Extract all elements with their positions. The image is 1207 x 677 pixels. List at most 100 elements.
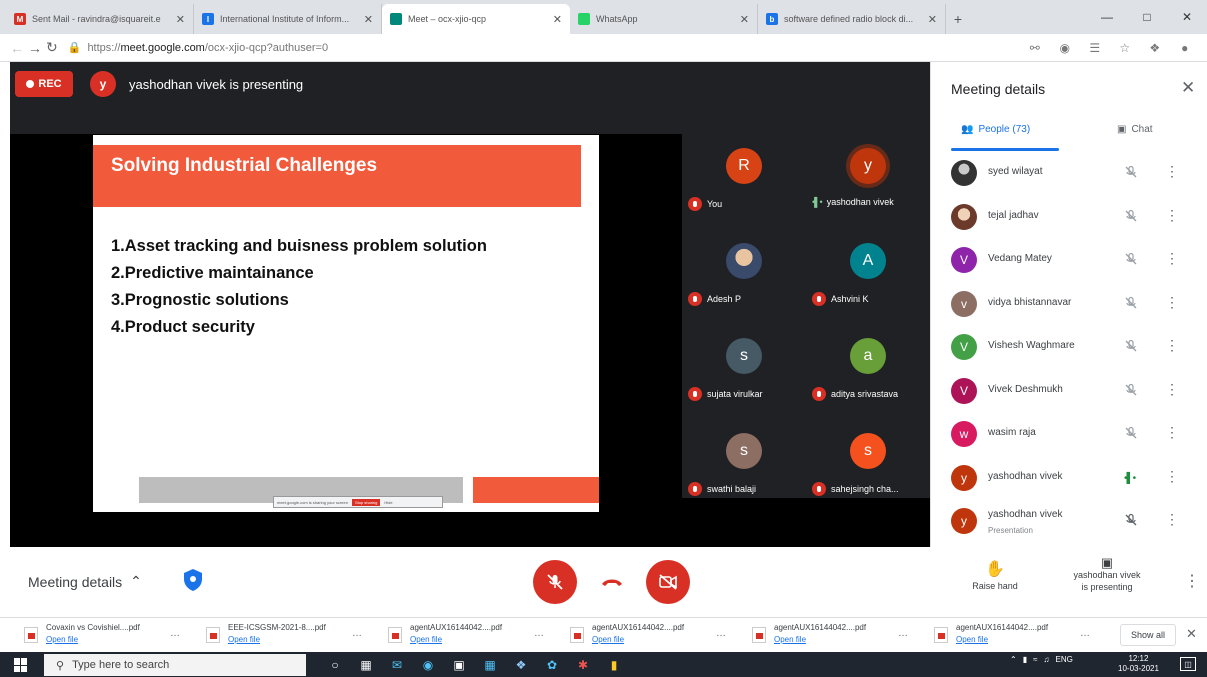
close-window-icon[interactable]: ✕ bbox=[1167, 0, 1207, 34]
download-item[interactable]: agentAUX16144042....pdf Open file… bbox=[934, 621, 1114, 651]
bookmark-star-icon[interactable]: ☆ bbox=[1112, 36, 1138, 60]
open-file-link[interactable]: Open file bbox=[956, 635, 988, 644]
camera-toggle-button[interactable] bbox=[646, 560, 690, 604]
mail-icon[interactable]: ✉ bbox=[386, 654, 408, 676]
more-options-icon[interactable]: … bbox=[1080, 628, 1090, 639]
open-file-link[interactable]: Open file bbox=[46, 635, 78, 644]
browser-tab[interactable]: Meet – ocx-xjio-qcp ✕ bbox=[382, 4, 570, 34]
speaker-icon[interactable]: ♫ bbox=[1044, 655, 1050, 664]
collections-icon[interactable]: ❖ bbox=[1142, 36, 1168, 60]
participant-tile[interactable]: R You bbox=[682, 118, 806, 213]
reader-icon[interactable]: ☰ bbox=[1082, 36, 1108, 60]
task-view-icon[interactable]: ▦ bbox=[355, 654, 377, 676]
back-arrow-icon[interactable]: ← bbox=[10, 36, 24, 60]
tab-chat[interactable]: ▣ Chat bbox=[1117, 124, 1153, 135]
reload-icon[interactable]: ↻ bbox=[46, 36, 58, 60]
participant-list-item[interactable]: y yashodhan vivek Presentation ⋮ bbox=[931, 500, 1207, 544]
more-options-icon[interactable]: ⋮ bbox=[1165, 511, 1179, 528]
participant-tile[interactable]: Adesh P bbox=[682, 213, 806, 308]
participant-tile[interactable]: s sujata virulkar bbox=[682, 308, 806, 403]
more-options-icon[interactable]: ⋮ bbox=[1165, 381, 1179, 398]
key-icon[interactable]: ⚯ bbox=[1022, 36, 1048, 60]
participant-tile[interactable]: a aditya srivastava bbox=[806, 308, 930, 403]
acrobat-icon[interactable]: ✱ bbox=[572, 654, 594, 676]
participant-tile[interactable]: y •▌• yashodhan vivek bbox=[806, 118, 930, 213]
url-field[interactable]: 🔒 https://meet.google.com/ocx-xjio-qcp?a… bbox=[68, 37, 878, 59]
more-options-icon[interactable]: ⋮ bbox=[1165, 424, 1179, 441]
participant-list-item[interactable]: V Vedang Matey ⋮ bbox=[931, 239, 1207, 283]
more-options-icon[interactable]: ⋮ bbox=[1165, 468, 1179, 485]
store-icon[interactable]: ▣ bbox=[448, 654, 470, 676]
tab-people[interactable]: 👥 People (73) bbox=[961, 124, 1030, 135]
download-item[interactable]: agentAUX16144042....pdf Open file… bbox=[752, 621, 932, 651]
minimize-icon[interactable]: — bbox=[1087, 0, 1127, 34]
more-options-icon[interactable]: ⋮ bbox=[1165, 163, 1179, 180]
open-file-link[interactable]: Open file bbox=[410, 635, 442, 644]
more-options-icon[interactable]: ⋮ bbox=[1165, 250, 1179, 267]
tab-close-icon[interactable]: ✕ bbox=[740, 13, 749, 26]
skype-icon[interactable]: ✿ bbox=[541, 654, 563, 676]
download-item[interactable]: agentAUX16144042....pdf Open file… bbox=[388, 621, 568, 651]
battery-icon[interactable]: ▮ bbox=[1023, 655, 1027, 664]
hide-button[interactable]: Hide bbox=[384, 500, 392, 505]
download-item[interactable]: agentAUX16144042....pdf Open file… bbox=[570, 621, 750, 651]
windows-start-icon[interactable] bbox=[14, 658, 28, 672]
raise-hand-button[interactable]: ✋ Raise hand bbox=[963, 559, 1027, 591]
open-file-link[interactable]: Open file bbox=[592, 635, 624, 644]
stop-sharing-button[interactable]: Stop sharing bbox=[351, 498, 381, 506]
download-item[interactable]: EEE-ICSGSM-2021-8....pdf Open file… bbox=[206, 621, 386, 651]
more-options-icon[interactable]: … bbox=[170, 628, 180, 639]
tab-close-icon[interactable]: ✕ bbox=[553, 13, 562, 26]
profile-icon[interactable]: ● bbox=[1172, 36, 1198, 60]
show-all-button[interactable]: Show all bbox=[1120, 624, 1176, 646]
leave-call-button[interactable] bbox=[592, 567, 632, 597]
participant-tile[interactable]: s swathi balaji bbox=[682, 403, 806, 498]
presentation-button[interactable]: ▣ yashodhan vivek is presenting bbox=[1062, 556, 1152, 593]
participant-list-item[interactable]: V Vishesh Waghmare ⋮ bbox=[931, 326, 1207, 370]
close-shelf-icon[interactable]: ✕ bbox=[1186, 626, 1197, 642]
more-options-icon[interactable]: ⋮ bbox=[1184, 571, 1200, 591]
more-options-icon[interactable]: ⋮ bbox=[1165, 207, 1179, 224]
file-explorer-icon[interactable]: ▮ bbox=[603, 654, 625, 676]
more-options-icon[interactable]: … bbox=[898, 628, 908, 639]
participant-tile[interactable]: s sahejsingh cha... bbox=[806, 403, 930, 498]
more-options-icon[interactable]: … bbox=[352, 628, 362, 639]
taskbar-clock[interactable]: 12:12 10-03-2021 bbox=[1118, 654, 1159, 674]
more-options-icon[interactable]: … bbox=[534, 628, 544, 639]
download-item[interactable]: Covaxin vs Covishiel....pdf Open file… bbox=[24, 621, 204, 651]
browser-tab[interactable]: M Sent Mail - ravindra@isquareit.e ✕ bbox=[6, 4, 194, 34]
camera-icon[interactable]: ◉ bbox=[1052, 36, 1078, 60]
participant-list-item[interactable]: v vidya bhistannavar ⋮ bbox=[931, 283, 1207, 327]
open-file-link[interactable]: Open file bbox=[228, 635, 260, 644]
participant-list-item[interactable]: syed wilayat ⋮ bbox=[931, 152, 1207, 196]
browser-tab[interactable]: WhatsApp ✕ bbox=[570, 4, 758, 34]
edge-icon[interactable]: ◉ bbox=[417, 654, 439, 676]
dropbox-icon[interactable]: ❖ bbox=[510, 654, 532, 676]
more-options-icon[interactable]: … bbox=[716, 628, 726, 639]
menu-dots-icon[interactable]: ⋯ bbox=[1202, 36, 1207, 60]
participant-list-item[interactable]: y yashodhan vivek •▌• ⋮ bbox=[931, 457, 1207, 501]
meeting-details-button[interactable]: Meeting details ⌃ bbox=[28, 573, 142, 590]
open-file-link[interactable]: Open file bbox=[774, 635, 806, 644]
new-tab-button[interactable]: + bbox=[946, 4, 970, 34]
maximize-icon[interactable]: □ bbox=[1127, 0, 1167, 34]
cortana-icon[interactable]: ○ bbox=[324, 654, 346, 676]
forward-arrow-icon[interactable]: → bbox=[28, 36, 42, 60]
security-shield-icon[interactable] bbox=[183, 568, 203, 592]
participant-tile[interactable]: A Ashvini K bbox=[806, 213, 930, 308]
browser-tab[interactable]: b software defined radio block di... ✕ bbox=[758, 4, 946, 34]
wifi-icon[interactable]: ≈ bbox=[1033, 655, 1037, 664]
participant-list-item[interactable]: w wasim raja ⋮ bbox=[931, 413, 1207, 457]
tab-close-icon[interactable]: ✕ bbox=[176, 13, 185, 26]
participant-list-item[interactable]: V Vivek Deshmukh ⋮ bbox=[931, 370, 1207, 414]
tab-close-icon[interactable]: ✕ bbox=[928, 13, 937, 26]
close-panel-icon[interactable]: ✕ bbox=[1181, 78, 1195, 98]
calendar-icon[interactable]: ▦ bbox=[479, 654, 501, 676]
mic-toggle-button[interactable] bbox=[533, 560, 577, 604]
taskbar-search[interactable]: ⚲ Type here to search bbox=[44, 654, 306, 676]
tab-close-icon[interactable]: ✕ bbox=[364, 13, 373, 26]
more-options-icon[interactable]: ⋮ bbox=[1165, 337, 1179, 354]
notification-icon[interactable]: ◫ bbox=[1180, 657, 1196, 671]
browser-tab[interactable]: I International Institute of Inform... ✕ bbox=[194, 4, 382, 34]
participant-list-item[interactable]: tejal jadhav ⋮ bbox=[931, 196, 1207, 240]
